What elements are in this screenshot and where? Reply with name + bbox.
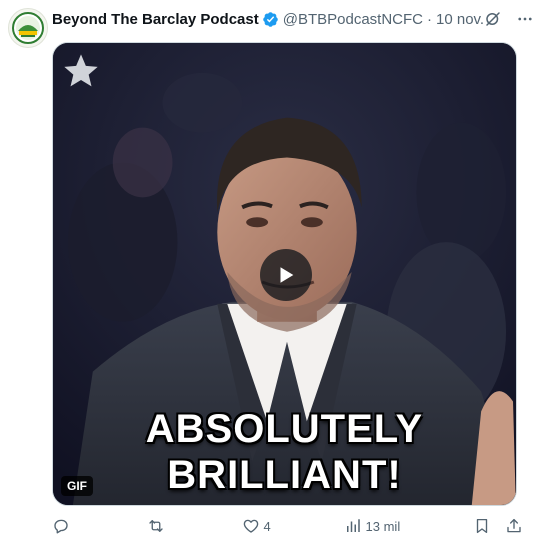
reply-icon (52, 517, 70, 535)
avatar[interactable] (8, 8, 48, 48)
views-count: 13 mil (365, 518, 401, 534)
views-icon (344, 517, 362, 535)
more-icon[interactable] (516, 10, 533, 28)
play-button[interactable] (260, 249, 312, 301)
share-icon (505, 517, 523, 535)
reply-button[interactable] (52, 517, 74, 535)
author-handle[interactable]: @BTBPodcastNCFC (283, 11, 423, 28)
tweet-header: Beyond The Barclay Podcast @BTBPodcastNC… (52, 8, 532, 30)
gif-caption-line1: ABSOLUTELY (145, 407, 424, 451)
like-count: 4 (263, 518, 271, 534)
separator-dot: · (427, 10, 432, 28)
repost-icon (147, 517, 165, 535)
podcast-logo (12, 12, 44, 44)
bookmark-icon (473, 517, 491, 535)
play-icon (280, 267, 294, 283)
star-icon (61, 51, 101, 91)
tweet-actions: 4 13 mil (52, 514, 523, 538)
share-button[interactable] (505, 517, 523, 535)
gif-badge: GIF (61, 476, 93, 496)
grok-icon[interactable] (484, 10, 502, 28)
gif-media[interactable]: ABSOLUTELY BRILLIANT! GIF (52, 42, 517, 506)
author-name[interactable]: Beyond The Barclay Podcast (52, 11, 259, 28)
tweet-date[interactable]: 10 nov. (436, 11, 484, 28)
heart-icon (242, 517, 260, 535)
verified-badge-icon (262, 11, 279, 28)
repost-button[interactable] (147, 517, 169, 535)
like-button[interactable]: 4 (242, 517, 271, 535)
views-button[interactable]: 13 mil (344, 517, 401, 535)
gif-caption-line2: BRILLIANT! (167, 453, 402, 497)
bookmark-button[interactable] (473, 517, 491, 535)
